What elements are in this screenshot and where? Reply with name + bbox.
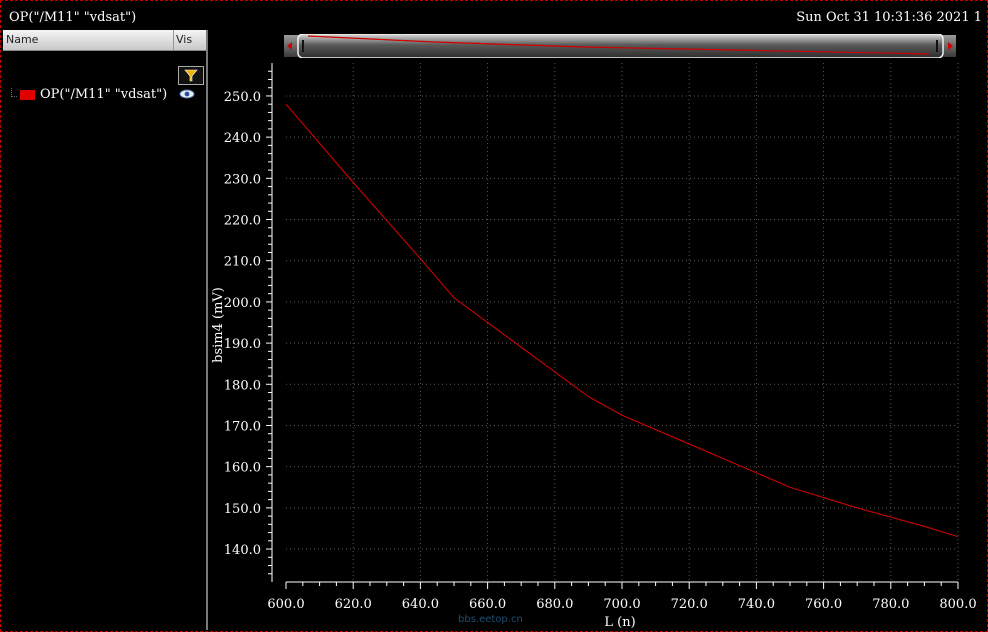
x-axis-label: L (n) [604, 615, 635, 630]
y-axis-label: bsim4 (mV) [211, 287, 226, 363]
y-tick-label: 180.0 [224, 378, 261, 393]
y-tick-label: 160.0 [224, 461, 261, 476]
y-tick-label: 200.0 [224, 296, 261, 311]
y-tick-label: 150.0 [224, 502, 261, 517]
x-axis-ticks: 600.0 620.0 640.0 660.0 680.0 700.0 720.0 740.0… [267, 582, 977, 612]
x-tick-label: 660.0 [469, 597, 506, 612]
grid-lines [286, 63, 959, 582]
x-tick-label: 740.0 [738, 597, 775, 612]
watermark: bbs.eetop.cn [458, 614, 523, 625]
y-axis-ticks: 140.0 150.0 160.0 170.0 180.0 190.0 200.0 210.0… [224, 70, 272, 575]
x-tick-label: 600.0 [267, 597, 304, 612]
y-tick-label: 240.0 [224, 131, 261, 146]
x-tick-label: 720.0 [671, 597, 708, 612]
y-tick-label: 190.0 [224, 337, 261, 352]
y-tick-label: 230.0 [224, 172, 261, 187]
y-tick-label: 170.0 [224, 419, 261, 434]
x-tick-label: 680.0 [536, 597, 573, 612]
x-tick-label: 700.0 [603, 597, 640, 612]
plot-area[interactable]: 600.0 620.0 640.0 660.0 680.0 700.0 720.0 740.0… [0, 0, 988, 632]
x-tick-label: 760.0 [805, 597, 842, 612]
y-tick-label: 220.0 [224, 214, 261, 229]
y-tick-label: 250.0 [224, 90, 261, 105]
x-tick-label: 620.0 [335, 597, 372, 612]
y-tick-label: 210.0 [224, 255, 261, 270]
y-tick-label: 140.0 [224, 543, 261, 558]
x-tick-label: 640.0 [402, 597, 439, 612]
axes [271, 63, 958, 583]
x-tick-label: 800.0 [939, 597, 976, 612]
x-tick-label: 780.0 [872, 597, 909, 612]
